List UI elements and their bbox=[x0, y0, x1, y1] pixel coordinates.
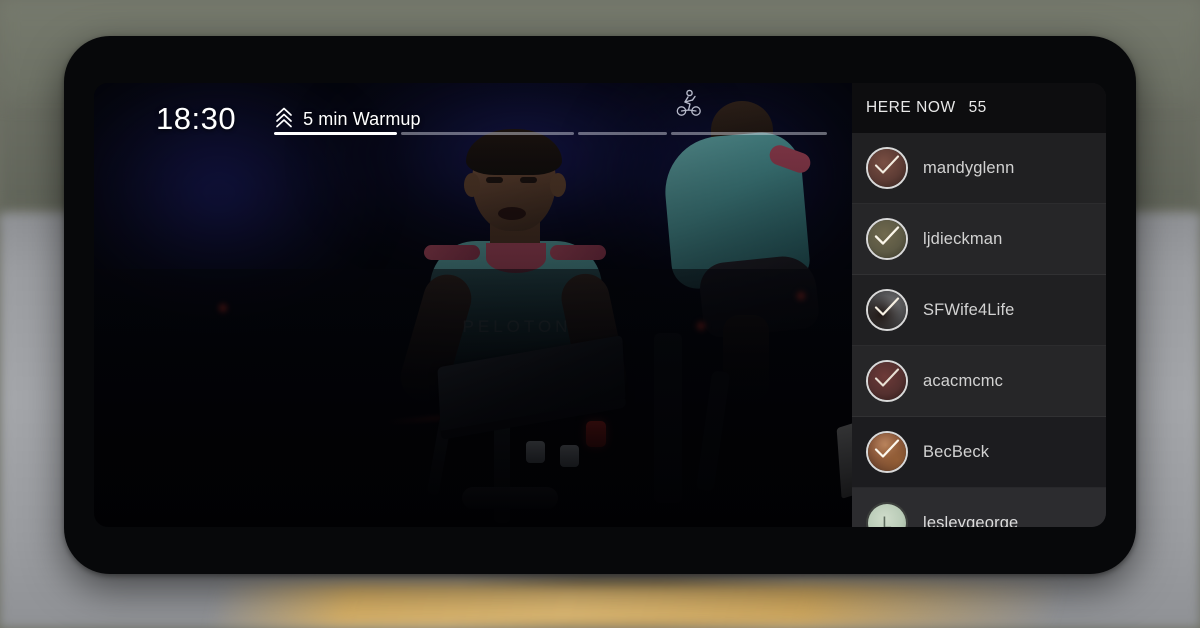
avatar-initial: L bbox=[882, 513, 892, 527]
member-name: BecBeck bbox=[923, 442, 990, 461]
avatar[interactable] bbox=[866, 218, 908, 260]
cyclist-icon bbox=[676, 89, 702, 124]
list-item[interactable]: SFWife4Life bbox=[852, 275, 1106, 346]
progress-segment bbox=[670, 131, 828, 135]
current-segment: 5 min Warmup bbox=[274, 106, 421, 133]
checkmark-icon bbox=[872, 438, 902, 467]
avatar[interactable] bbox=[866, 431, 908, 473]
double-chevron-up-icon bbox=[274, 106, 294, 133]
device-screen: PELOTON bbox=[94, 83, 1106, 527]
progress-segment bbox=[577, 131, 667, 135]
here-now-sidebar: HERE NOW 55 mandyglenn ljdieckman SFWife… bbox=[852, 83, 1106, 527]
video-vignette bbox=[94, 83, 852, 527]
segment-label: 5 min Warmup bbox=[303, 108, 421, 129]
checkmark-icon bbox=[872, 367, 902, 396]
class-clock: 18:30 bbox=[156, 101, 237, 136]
member-name: acacmcmc bbox=[923, 371, 1004, 390]
list-item[interactable]: L lesleygeorge_ bbox=[852, 488, 1106, 527]
member-name: lesleygeorge_ bbox=[923, 513, 1028, 528]
checkmark-icon bbox=[872, 296, 902, 325]
list-item[interactable]: mandyglenn bbox=[852, 133, 1106, 204]
checkmark-icon bbox=[872, 225, 902, 254]
tablet-device-frame: PELOTON bbox=[64, 36, 1136, 574]
here-now-title: HERE NOW bbox=[866, 99, 956, 116]
avatar[interactable] bbox=[866, 147, 908, 189]
class-progress-bar[interactable] bbox=[274, 131, 832, 135]
avatar[interactable]: L bbox=[866, 502, 908, 527]
list-item[interactable]: ljdieckman bbox=[852, 204, 1106, 275]
list-item[interactable]: BecBeck bbox=[852, 417, 1106, 488]
here-now-count: 55 bbox=[968, 99, 987, 116]
progress-segment bbox=[274, 131, 397, 135]
member-name: ljdieckman bbox=[923, 229, 1003, 248]
progress-segment-fill bbox=[274, 131, 397, 135]
here-now-header: HERE NOW 55 bbox=[852, 83, 1106, 133]
avatar[interactable] bbox=[866, 289, 908, 331]
member-list[interactable]: mandyglenn ljdieckman SFWife4Life acacmc… bbox=[852, 133, 1106, 527]
video-hud-overlay: 18:30 5 min Warmup bbox=[94, 83, 852, 139]
avatar[interactable] bbox=[866, 360, 908, 402]
member-name: mandyglenn bbox=[923, 158, 1015, 177]
member-name: SFWife4Life bbox=[923, 300, 1015, 319]
checkmark-icon bbox=[872, 154, 902, 183]
list-item[interactable]: acacmcmc bbox=[852, 346, 1106, 417]
progress-segment bbox=[400, 131, 574, 135]
class-video-player[interactable]: PELOTON bbox=[94, 83, 852, 527]
